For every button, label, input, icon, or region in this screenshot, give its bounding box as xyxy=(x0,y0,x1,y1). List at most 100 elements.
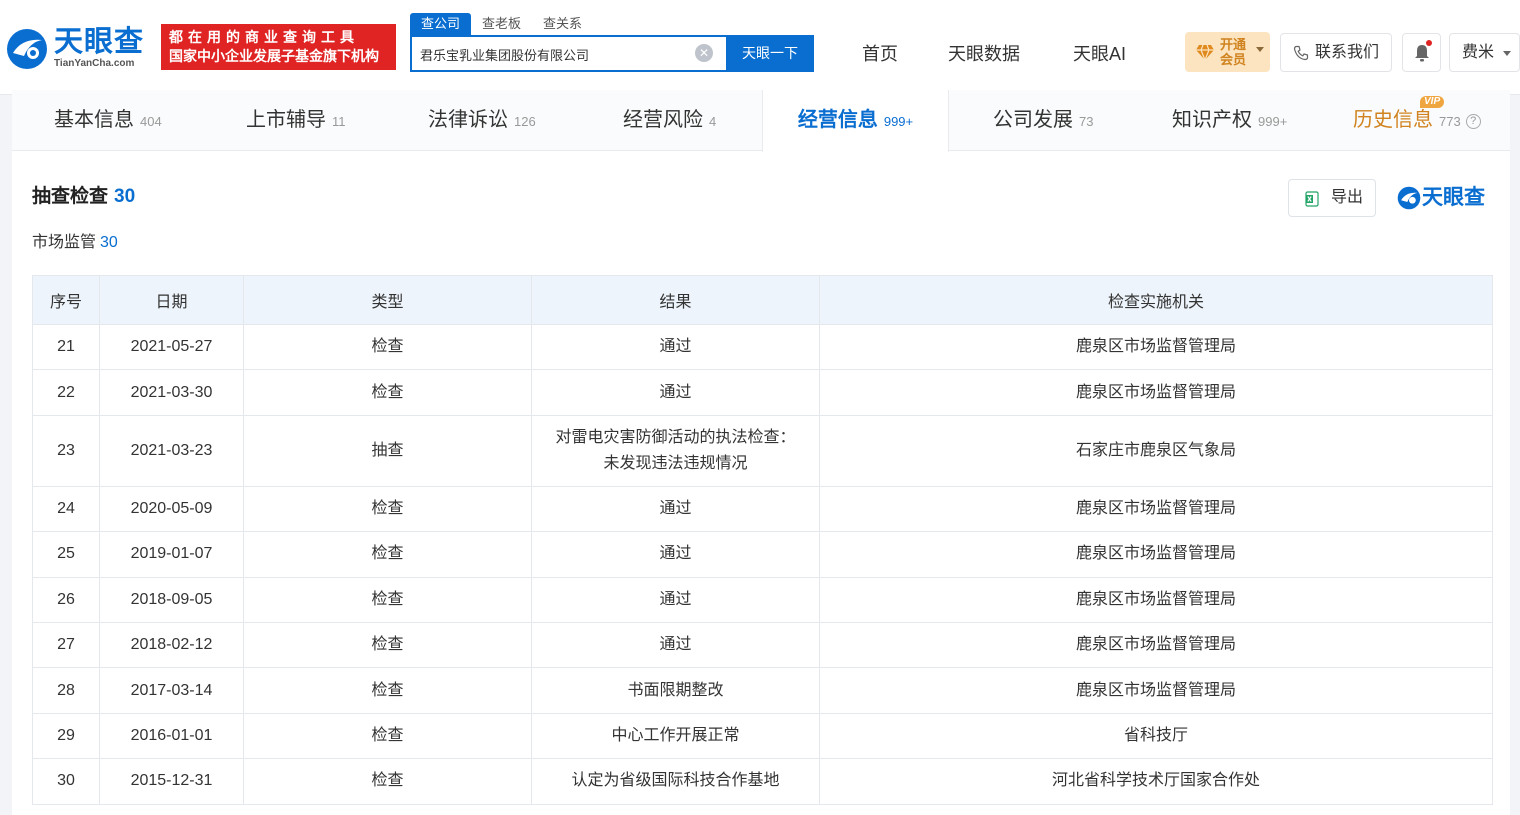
cell-agency: 鹿泉区市场监督管理局 xyxy=(819,576,1493,623)
search-type-tabs: 查公司 查老板 查关系 xyxy=(410,13,593,35)
search-tab-boss[interactable]: 查老板 xyxy=(471,13,532,35)
bell-icon xyxy=(1415,45,1429,62)
tianyancha-logo-icon xyxy=(7,29,47,69)
cell-agency: 鹿泉区市场监督管理局 xyxy=(819,323,1493,371)
col-header-no: 序号 xyxy=(32,275,100,325)
user-menu[interactable]: 费米 xyxy=(1449,33,1520,72)
cell-type: 检查 xyxy=(243,667,532,714)
cell-result: 通过 xyxy=(531,576,820,623)
cell-result: 通过 xyxy=(531,485,820,533)
cell-type: 检查 xyxy=(243,369,532,416)
user-name: 费米 xyxy=(1462,44,1495,61)
cell-type: 检查 xyxy=(243,485,532,533)
cell-date: 2020-05-09 xyxy=(99,485,244,533)
vip-badge: VIP xyxy=(1420,96,1445,108)
contact-us-label: 联系我们 xyxy=(1315,44,1380,61)
slogan-line-2: 国家中小企业发展子基金旗下机构 xyxy=(169,48,379,64)
cell-type: 抽查 xyxy=(243,414,532,487)
contact-us-button[interactable]: 联系我们 xyxy=(1280,33,1392,72)
cell-type: 检查 xyxy=(243,712,532,760)
cell-type: 检查 xyxy=(243,621,532,669)
cell-result-line-2: 未发现违法违规情况 xyxy=(603,454,748,472)
cell-date: 2018-09-05 xyxy=(99,576,244,623)
help-icon[interactable]: ? xyxy=(1465,114,1481,129)
col-header-type: 类型 xyxy=(243,275,532,325)
cell-result: 认定为省级国际科技合作基地 xyxy=(531,758,820,805)
section-count: 30 xyxy=(114,186,136,207)
sub-category-count: 30 xyxy=(100,234,118,251)
cell-date: 2021-03-30 xyxy=(99,369,244,416)
table-header-row: 序号 日期 类型 结果 检查实施机关 xyxy=(32,275,1493,325)
tab-basic-info[interactable]: 基本信息 404 xyxy=(54,90,162,151)
chevron-down-icon xyxy=(1256,47,1264,52)
cell-agency: 河北省科学技术厅国家合作处 xyxy=(819,758,1493,805)
top-header: 天眼查 TianYanCha.com 都在用的商业查询工具 国家中小企业发展子基… xyxy=(0,0,1520,95)
open-vip-button[interactable]: 开通会员 xyxy=(1185,32,1270,72)
col-header-result: 结果 xyxy=(531,275,820,325)
section-title: 抽查检查 30 xyxy=(32,186,136,207)
spot-check-table: 序号 日期 类型 结果 检查实施机关 21 2021-05-27 检查 通过 鹿… xyxy=(32,275,1493,805)
cell-date: 2018-02-12 xyxy=(99,621,244,669)
cell-no: 30 xyxy=(32,758,100,805)
logo-text: 天眼查 xyxy=(54,26,145,58)
tab-listing-guidance[interactable]: 上市辅导 11 xyxy=(246,90,346,151)
cell-result: 中心工作开展正常 xyxy=(531,712,820,760)
cell-result: 通过 xyxy=(531,323,820,371)
gem-icon xyxy=(1196,44,1214,61)
tianyancha-logo-icon xyxy=(1397,186,1421,210)
cell-date: 2017-03-14 xyxy=(99,667,244,714)
search-button[interactable]: 天眼一下 xyxy=(726,35,814,72)
cell-no: 28 xyxy=(32,667,100,714)
col-header-agency: 检查实施机关 xyxy=(819,275,1493,325)
cell-agency: 鹿泉区市场监督管理局 xyxy=(819,485,1493,533)
tab-operating-risk[interactable]: 经营风险 4 xyxy=(623,90,716,151)
nav-home[interactable]: 首页 xyxy=(862,42,898,66)
content-panel: 基本信息 404 上市辅导 11 法律诉讼 126 经营风险 4 经营信息 999+ 公司… xyxy=(12,90,1510,815)
nav-ai[interactable]: 天眼AI xyxy=(1073,42,1126,66)
phone-icon xyxy=(1293,45,1309,61)
cell-result: 通过 xyxy=(531,621,820,669)
cell-no: 24 xyxy=(32,485,100,533)
cell-date: 2015-12-31 xyxy=(99,758,244,805)
tab-intellectual-property[interactable]: 知识产权 999+ xyxy=(1172,90,1287,151)
cell-date: 2021-05-27 xyxy=(99,323,244,371)
cell-type: 检查 xyxy=(243,576,532,623)
export-button[interactable]: 导出 xyxy=(1288,179,1376,217)
cell-agency: 石家庄市鹿泉区气象局 xyxy=(819,414,1493,487)
cell-agency: 鹿泉区市场监督管理局 xyxy=(819,369,1493,416)
tab-company-development[interactable]: 公司发展 73 xyxy=(993,90,1093,151)
watermark-text: 天眼查 xyxy=(1422,186,1485,209)
category-tabs: 基本信息 404 上市辅导 11 法律诉讼 126 经营风险 4 经营信息 999+ 公司… xyxy=(12,90,1510,152)
notifications-button[interactable] xyxy=(1402,33,1441,72)
nav-data[interactable]: 天眼数据 xyxy=(948,42,1020,66)
cell-agency: 鹿泉区市场监督管理局 xyxy=(819,667,1493,714)
tab-history-info[interactable]: 历史信息 773? xyxy=(1353,90,1481,151)
cell-result-line-1: 对雷电灾害防御活动的执法检查： xyxy=(555,428,796,446)
cell-agency: 鹿泉区市场监督管理局 xyxy=(819,621,1493,669)
cell-date: 2019-01-07 xyxy=(99,531,244,578)
cell-agency: 省科技厅 xyxy=(819,712,1493,760)
sub-category[interactable]: 市场监管 30 xyxy=(32,232,118,254)
excel-icon xyxy=(1305,191,1319,207)
cell-result: 通过 xyxy=(531,369,820,416)
table-row: 21 2021-05-27 检查 通过 鹿泉区市场监督管理局 xyxy=(32,323,1493,371)
clear-icon[interactable]: ✕ xyxy=(695,44,713,62)
cell-type: 检查 xyxy=(243,758,532,805)
table-row: 26 2018-09-05 检查 通过 鹿泉区市场监督管理局 xyxy=(32,576,1493,623)
slogan-banner: 都在用的商业查询工具 国家中小企业发展子基金旗下机构 xyxy=(161,24,396,70)
vip-label: 开通会员 xyxy=(1220,37,1247,67)
site-logo[interactable]: 天眼查 TianYanCha.com xyxy=(4,26,154,72)
search-box: ✕ 天眼一下 xyxy=(410,35,814,72)
search-tab-relation[interactable]: 查关系 xyxy=(532,13,593,35)
tab-operating-info[interactable]: 经营信息 999+ xyxy=(762,90,949,152)
cell-result: 书面限期整改 xyxy=(531,667,820,714)
tab-litigation[interactable]: 法律诉讼 126 xyxy=(428,90,536,151)
table-row: 29 2016-01-01 检查 中心工作开展正常 省科技厅 xyxy=(32,712,1493,760)
search-input[interactable] xyxy=(420,44,690,64)
cell-no: 25 xyxy=(32,531,100,578)
search-tab-company[interactable]: 查公司 xyxy=(410,13,472,35)
cell-no: 23 xyxy=(32,414,100,487)
logo-domain: TianYanCha.com xyxy=(54,58,135,69)
table-row: 27 2018-02-12 检查 通过 鹿泉区市场监督管理局 xyxy=(32,621,1493,669)
cell-date: 2016-01-01 xyxy=(99,712,244,760)
